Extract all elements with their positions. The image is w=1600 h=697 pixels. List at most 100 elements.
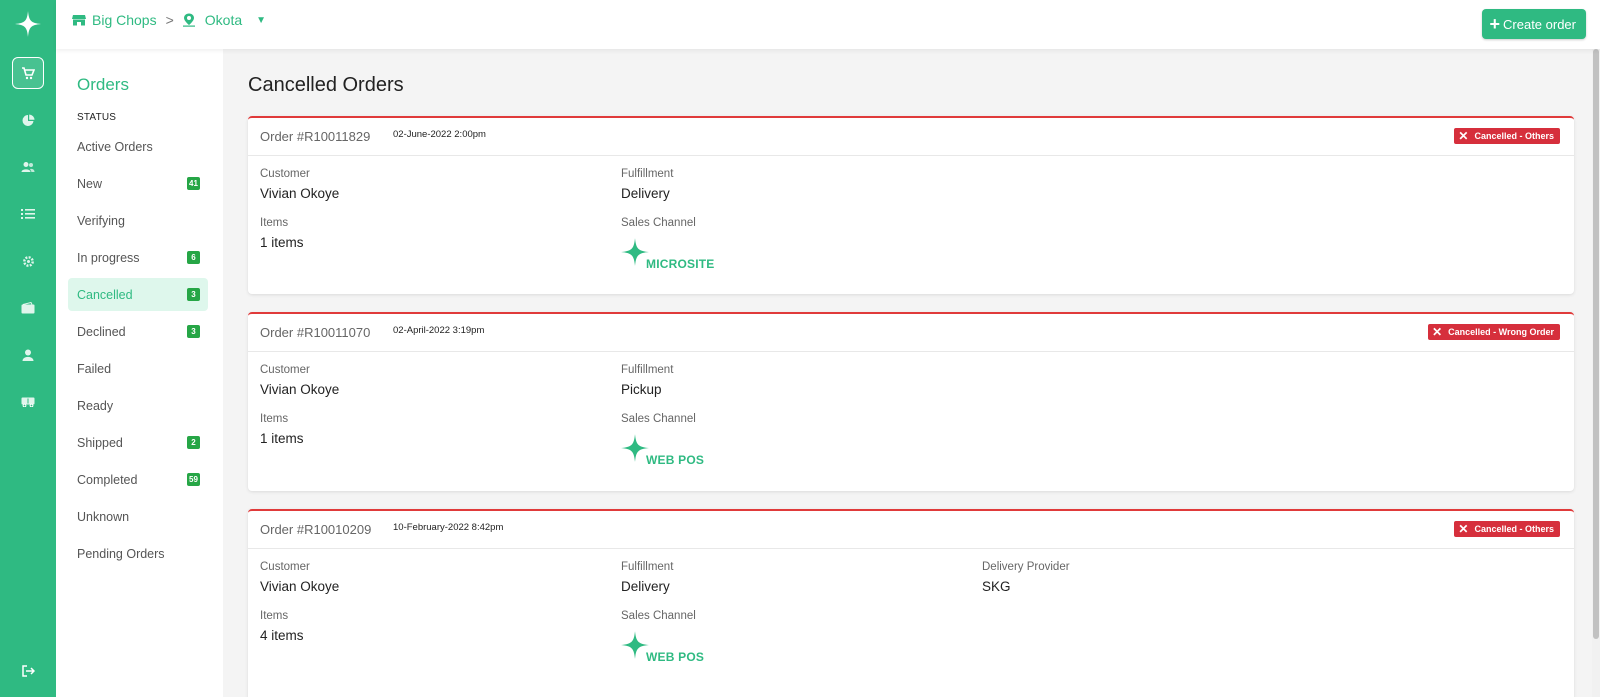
rail-cart[interactable] [12,57,44,89]
order-number[interactable]: Order #R10011070 [260,325,370,340]
sales-channel-logo: WEB POS [620,630,704,665]
sidebar-item-label: Declined [77,324,126,339]
scrollbar-thumb[interactable] [1593,49,1599,639]
customer-field: Customer Vivian Okoye [260,168,339,201]
fulfillment-label: Fulfillment [621,364,674,376]
fulfillment-field: Fulfillment Delivery [621,168,673,201]
sales-channel-label: Sales Channel [621,610,696,622]
count-badge: 3 [187,288,200,301]
sidebar-item-shipped[interactable]: Shipped 2 [68,426,208,459]
order-card[interactable]: Order #R10010209 10-February-2022 8:42pm… [248,509,1574,697]
delivery-provider-label: Delivery Provider [982,561,1070,573]
location-pin-icon [182,13,195,27]
sidebar-item-label: Ready [77,398,114,413]
rail-analytics[interactable] [12,104,44,136]
rail-settings[interactable] [12,245,44,277]
sidebar-item-label: In progress [77,250,140,265]
create-order-button[interactable]: + Create order [1481,9,1586,39]
orders-sidebar: Orders STATUS Active Orders New 41 Verif… [56,49,223,697]
count-badge: 3 [187,325,200,338]
items-label: Items [260,413,289,425]
order-card[interactable]: Order #R10011829 02-June-2022 2:00pm ✕ C… [248,116,1574,294]
rail-profile[interactable] [12,339,44,371]
users-icon [21,161,35,173]
rail-catalog[interactable] [12,198,44,230]
top-bar: Big Chops > Okota ▼ + Create order [56,0,1600,49]
store-icon [72,14,86,26]
sidebar-item-label: Failed [77,361,112,376]
customer-field: Customer Vivian Okoye [260,364,339,397]
truck-icon [21,397,35,407]
sidebar-item-failed[interactable]: Failed [68,352,208,385]
breadcrumb-separator: > [165,12,174,28]
order-date: 02-June-2022 2:00pm [393,129,486,140]
count-badge: 2 [187,436,200,449]
status-badge: ✕ Cancelled - Others [1454,128,1560,144]
sidebar-item-label: Completed [77,472,138,487]
fulfillment-field: Fulfillment Delivery [621,561,673,594]
fulfillment-field: Fulfillment Pickup [621,364,673,397]
sidebar-item-pending-orders[interactable]: Pending Orders [68,537,208,570]
sales-channel-label: Sales Channel [621,217,696,229]
sidebar-item-unknown[interactable]: Unknown [68,500,208,533]
rail-delivery[interactable] [12,386,44,418]
sidebar-item-completed[interactable]: Completed 59 [68,463,208,496]
sidebar-item-label: Cancelled [77,287,133,302]
fulfillment-value: Delivery [621,579,670,594]
sidebar-item-verifying[interactable]: Verifying [68,204,208,237]
items-label: Items [260,610,289,622]
items-label: Items [260,217,289,229]
sales-channel-logo: WEB POS [620,433,704,468]
sales-channel-name: MICROSITE [646,257,715,271]
store-name-link[interactable]: Big Chops [92,12,157,28]
sales-channel-label: Sales Channel [621,413,696,425]
order-card-header: Order #R10011070 02-April-2022 3:19pm ✕ … [248,314,1574,352]
status-badge: ✕ Cancelled - Others [1454,521,1560,537]
items-value: 4 items [260,628,304,643]
items-value: 1 items [260,431,304,446]
sidebar-item-in-progress[interactable]: In progress 6 [68,241,208,274]
items-value: 1 items [260,235,304,250]
order-card[interactable]: Order #R10011070 02-April-2022 3:19pm ✕ … [248,312,1574,491]
order-number[interactable]: Order #R10011829 [260,129,370,144]
order-date: 10-February-2022 8:42pm [393,522,504,533]
rail-wallet[interactable] [12,292,44,324]
chevron-down-icon[interactable]: ▼ [256,15,266,26]
vertical-scrollbar[interactable] [1592,49,1600,697]
sales-channel-name: WEB POS [646,453,705,467]
sidebar-item-label: New [77,176,103,191]
count-badge: 41 [187,177,200,190]
sidebar-item-active-orders[interactable]: Active Orders [68,130,208,163]
customer-field: Customer Vivian Okoye [260,561,339,594]
gear-icon [22,255,35,268]
sales-channel-name: WEB POS [646,650,705,664]
app-rail [0,0,56,697]
order-number[interactable]: Order #R10010209 [260,522,371,537]
order-card-header: Order #R10010209 10-February-2022 8:42pm… [248,511,1574,549]
close-icon: ✕ [1458,129,1469,143]
items-field: Items 4 items [260,610,304,643]
location-selector[interactable]: Okota [205,12,242,28]
sales-channel-field: Sales Channel [621,610,696,622]
sales-channel-logo: MICROSITE [620,237,714,272]
cart-icon [21,66,35,80]
sidebar-item-label: Unknown [77,509,130,524]
order-date: 02-April-2022 3:19pm [393,325,485,336]
sidebar-item-cancelled[interactable]: Cancelled 3 [68,278,208,311]
sidebar-item-new[interactable]: New 41 [68,167,208,200]
customer-label: Customer [260,168,310,180]
customer-label: Customer [260,561,310,573]
logout-button[interactable] [12,655,44,687]
plus-icon: + [1489,14,1501,34]
rail-customers[interactable] [12,151,44,183]
sales-channel-field: Sales Channel [621,217,696,229]
status-badge-label: Cancelled - Others [1474,524,1554,534]
sidebar-item-declined[interactable]: Declined 3 [68,315,208,348]
wallet-icon [21,302,35,314]
order-card-header: Order #R10011829 02-June-2022 2:00pm ✕ C… [248,118,1574,156]
sidebar-item-ready[interactable]: Ready [68,389,208,422]
app-logo-icon[interactable] [14,10,42,38]
sidebar-item-label: Pending Orders [77,546,165,561]
create-order-label: Create order [1503,16,1576,32]
customer-value: Vivian Okoye [260,382,340,397]
